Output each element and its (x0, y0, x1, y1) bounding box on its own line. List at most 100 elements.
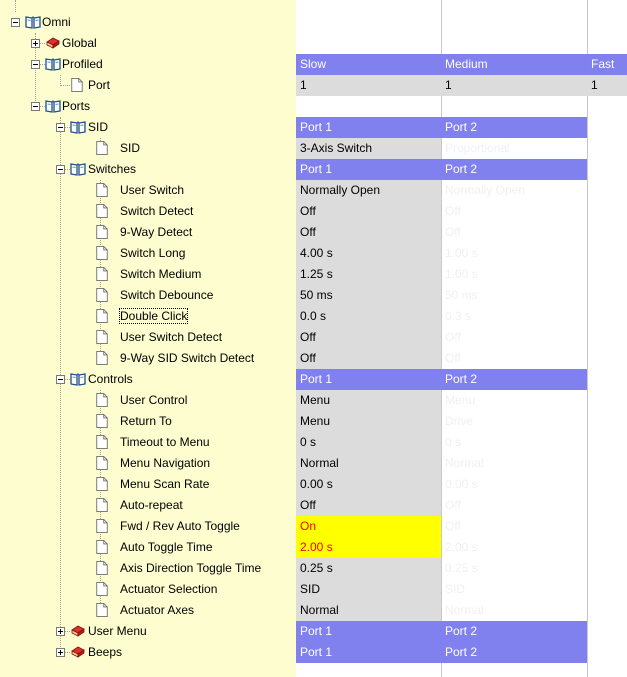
grid-value-cell[interactable]: Off (296, 201, 441, 222)
tree-node-label[interactable]: Switch Debounce (120, 288, 213, 302)
tree-node-label[interactable]: Controls (88, 372, 133, 386)
tree-node-sid[interactable]: SID (0, 138, 296, 159)
grid-value-cell[interactable]: Off (441, 495, 587, 516)
grid-value-cell[interactable]: On (296, 516, 441, 537)
grid-value-cell[interactable]: 1.25 s (296, 264, 441, 285)
tree-node-return-to[interactable]: Return To (0, 411, 296, 432)
collapse-icon[interactable] (56, 375, 65, 384)
tree-node-label[interactable]: Switches (88, 162, 136, 176)
expand-icon[interactable] (56, 648, 65, 657)
tree-node-label[interactable]: Omni (42, 15, 71, 29)
grid-value-cell[interactable]: 1 (441, 75, 587, 96)
collapse-icon[interactable] (56, 165, 65, 174)
grid-value-cell[interactable]: Off (441, 327, 587, 348)
tree-node-label[interactable]: Switch Long (120, 246, 185, 260)
value-grid[interactable]: Slow Medium Fast 1 1 1 Port 1 Port 2 3-Axis Swit… (296, 0, 627, 677)
tree-node-label[interactable]: Return To (120, 414, 172, 428)
tree-node-actuator-selection[interactable]: Actuator Selection (0, 579, 296, 600)
grid-value-cell[interactable]: 0.25 s (296, 558, 441, 579)
tree-node-actuator-axes[interactable]: Actuator Axes (0, 600, 296, 621)
tree-node-user-menu[interactable]: User Menu (0, 621, 296, 642)
tree-node-label[interactable]: Auto Toggle Time (120, 540, 213, 554)
tree-node-label[interactable]: Actuator Axes (120, 603, 194, 617)
grid-value-cell[interactable]: 1.00 s (441, 264, 587, 285)
grid-value-cell[interactable]: 4.00 s (296, 243, 441, 264)
tree-node-user-switch-detect[interactable]: User Switch Detect (0, 327, 296, 348)
tree-node-switches[interactable]: Switches (0, 159, 296, 180)
grid-value-cell[interactable]: SID (441, 579, 587, 600)
tree-node-double-click[interactable]: Double Click (0, 306, 296, 327)
grid-value-cell[interactable]: Normally Open (296, 180, 441, 201)
tree-node-label[interactable]: Switch Medium (120, 267, 201, 281)
tree-node-ports[interactable]: Ports (0, 96, 296, 117)
grid-value-cell[interactable]: Off (296, 222, 441, 243)
tree-node-9-way-detect[interactable]: 9-Way Detect (0, 222, 296, 243)
grid-value-cell[interactable]: Off (441, 516, 587, 537)
grid-value-cell[interactable]: Off (296, 348, 441, 369)
grid-value-cell[interactable]: 0.00 s (296, 474, 441, 495)
tree-node-label[interactable]: Timeout to Menu (120, 435, 210, 449)
tree-node-user-control[interactable]: User Control (0, 390, 296, 411)
grid-value-cell[interactable]: Off (441, 201, 587, 222)
grid-value-cell[interactable]: Off (296, 327, 441, 348)
tree-pane[interactable]: Omni Global Profiled Port Ports SID SID Switche… (0, 0, 296, 677)
tree-node-beeps[interactable]: Beeps (0, 642, 296, 663)
tree-node-label[interactable]: User Switch (120, 183, 184, 197)
grid-value-cell[interactable]: Off (441, 348, 587, 369)
grid-value-cell[interactable]: 0 s (296, 432, 441, 453)
grid-value-cell[interactable]: 3-Axis Switch (296, 138, 441, 159)
tree-node-auto-toggle-time[interactable]: Auto Toggle Time (0, 537, 296, 558)
collapse-icon[interactable] (56, 123, 65, 132)
tree-node-switch-long[interactable]: Switch Long (0, 243, 296, 264)
grid-value-cell[interactable]: Normal (441, 600, 587, 621)
grid-value-cell[interactable]: 0 s (441, 432, 587, 453)
grid-value-cell[interactable]: 2.00 s (296, 537, 441, 558)
grid-value-cell[interactable]: SID (296, 579, 441, 600)
tree-node-label[interactable]: 9-Way SID Switch Detect (120, 351, 254, 365)
grid-value-cell[interactable]: Off (441, 222, 587, 243)
tree-node-port[interactable]: Port (0, 75, 296, 96)
expand-icon[interactable] (56, 627, 65, 636)
grid-value-cell[interactable]: 50 ms (296, 285, 441, 306)
grid-value-cell[interactable]: 1 (296, 75, 441, 96)
tree-node-label[interactable]: SID (88, 120, 108, 134)
grid-value-cell[interactable]: 0.25 s (441, 558, 587, 579)
grid-value-cell[interactable]: 0.0 s (296, 306, 441, 327)
tree-node-menu-scan-rate[interactable]: Menu Scan Rate (0, 474, 296, 495)
tree-node-label[interactable]: SID (120, 141, 140, 155)
grid-value-cell[interactable]: Menu (296, 390, 441, 411)
grid-value-cell[interactable]: 1 (587, 75, 627, 96)
tree-node-menu-navigation[interactable]: Menu Navigation (0, 453, 296, 474)
tree-node-label[interactable]: User Switch Detect (120, 330, 222, 344)
tree-node-switch-debounce[interactable]: Switch Debounce (0, 285, 296, 306)
tree-node-timeout-to-menu[interactable]: Timeout to Menu (0, 432, 296, 453)
tree-node-label[interactable]: Ports (62, 99, 90, 113)
tree-node-user-switch[interactable]: User Switch (0, 180, 296, 201)
tree-node-controls[interactable]: Controls (0, 369, 296, 390)
tree-node-omni[interactable]: Omni (0, 12, 296, 33)
grid-value-cell[interactable]: Proportional (441, 138, 587, 159)
tree-node-label[interactable]: Profiled (62, 57, 103, 71)
grid-value-cell[interactable]: Off (296, 495, 441, 516)
tree-node-label[interactable]: Double Click (118, 308, 189, 324)
tree-node-label[interactable]: User Menu (88, 624, 147, 638)
tree-node-label[interactable]: Fwd / Rev Auto Toggle (120, 519, 240, 533)
grid-value-cell[interactable]: 1.00 s (441, 243, 587, 264)
grid-value-cell[interactable]: Drive (441, 411, 587, 432)
tree-node-global[interactable]: Global (0, 33, 296, 54)
collapse-icon[interactable] (31, 102, 40, 111)
grid-value-cell[interactable]: 50 ms (441, 285, 587, 306)
tree-node-label[interactable]: Port (88, 78, 110, 92)
grid-value-cell[interactable]: Normal (441, 453, 587, 474)
collapse-icon[interactable] (11, 18, 20, 27)
tree-node-label[interactable]: Global (62, 36, 97, 50)
tree-node-axis-direction-toggle-time[interactable]: Axis Direction Toggle Time (0, 558, 296, 579)
tree-node-label[interactable]: 9-Way Detect (120, 225, 192, 239)
tree-node-label[interactable]: Axis Direction Toggle Time (120, 561, 261, 575)
grid-value-cell[interactable]: 0.00 s (441, 474, 587, 495)
grid-value-cell[interactable]: Menu (296, 411, 441, 432)
tree-node-sid[interactable]: SID (0, 117, 296, 138)
tree-node-label[interactable]: Menu Scan Rate (120, 477, 209, 491)
tree-node-label[interactable]: Switch Detect (120, 204, 193, 218)
collapse-icon[interactable] (31, 60, 40, 69)
